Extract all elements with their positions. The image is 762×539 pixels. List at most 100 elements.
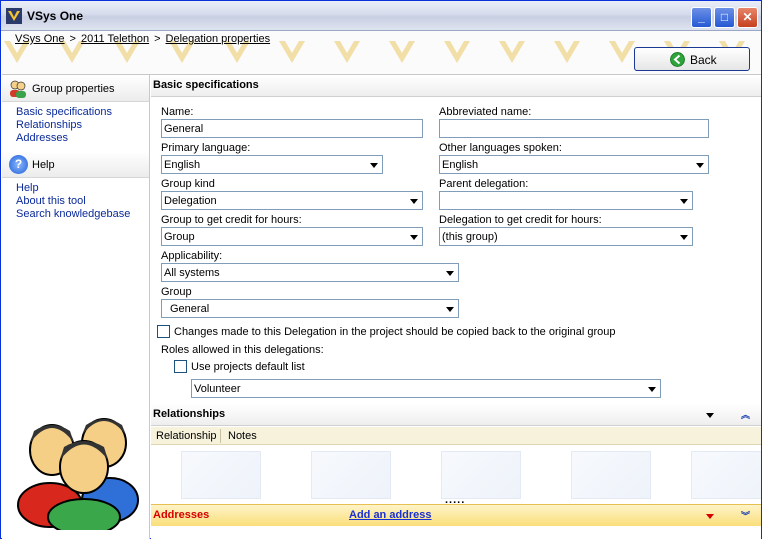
dropdown-arrow-icon[interactable]: [406, 193, 421, 208]
app-logo-icon: [6, 8, 22, 24]
breadcrumb-link-telethon[interactable]: 2011 Telethon: [81, 33, 149, 45]
roles-select[interactable]: Volunteer: [191, 379, 661, 398]
name-input[interactable]: General: [161, 119, 423, 138]
addresses-menu-icon[interactable]: [706, 514, 714, 519]
minimize-button[interactable]: _: [691, 7, 712, 28]
dropdown-arrow-icon[interactable]: [644, 381, 659, 396]
watermark-icon: [691, 451, 761, 499]
copy-back-checkbox[interactable]: [157, 325, 170, 338]
abbreviated-name-label: Abbreviated name:: [439, 106, 532, 118]
maximize-button[interactable]: □: [714, 7, 735, 28]
other-languages-value: English: [442, 159, 479, 171]
group-properties-icon: [10, 80, 26, 98]
relationships-column-headers: Relationship Notes: [151, 427, 761, 445]
abbreviated-name-input[interactable]: [439, 119, 709, 138]
back-arrow-icon: [670, 52, 685, 67]
group-properties-links: Basic specifications Relationships Addre…: [2, 102, 149, 151]
relationships-title: Relationships: [153, 408, 226, 420]
roles-allowed-label: Roles allowed in this delegations:: [161, 344, 324, 356]
watermark-icon: [441, 451, 521, 499]
other-languages-label: Other languages spoken:: [439, 142, 562, 154]
credit-delegation-value: (this group): [442, 231, 498, 243]
breadcrumb-link-delegation-properties[interactable]: Delegation properties: [166, 33, 271, 45]
column-separator: [220, 429, 221, 443]
primary-language-value: English: [164, 159, 201, 171]
nav-link-basic-specifications[interactable]: Basic specifications: [16, 106, 149, 119]
banner-chevron-icon: [389, 41, 415, 63]
applicability-label: Applicability:: [161, 250, 223, 262]
window-title: VSys One: [27, 9, 84, 23]
banner-chevron-icon: [279, 41, 305, 63]
breadcrumb-separator: >: [69, 33, 76, 45]
app-window: VSys One _ □ ✕ VSys One >2011 Telethon > De…: [0, 0, 762, 539]
group-kind-label: Group kind: [161, 178, 215, 190]
title-bar: VSys One _ □ ✕: [1, 1, 761, 31]
back-button-label: Back: [690, 53, 717, 67]
applicability-value: All systems: [164, 267, 220, 279]
dropdown-arrow-icon[interactable]: [366, 157, 381, 172]
help-link-about[interactable]: About this tool: [16, 195, 149, 208]
help-link-knowledgebase[interactable]: Search knowledgebase: [16, 208, 149, 221]
dropdown-arrow-icon[interactable]: [692, 157, 707, 172]
expand-chevron-icon[interactable]: ︾: [741, 509, 750, 522]
credit-delegation-label: Delegation to get credit for hours:: [439, 214, 602, 226]
column-header-relationship[interactable]: Relationship: [156, 430, 217, 442]
watermark-icon: [311, 451, 391, 499]
credit-group-value: Group: [164, 231, 195, 243]
credit-delegation-select[interactable]: (this group): [439, 227, 693, 246]
column-header-notes[interactable]: Notes: [228, 430, 257, 442]
help-icon: ?: [9, 155, 28, 174]
basic-specifications-header: Basic specifications: [151, 75, 761, 97]
copy-back-label: Changes made to this Delegation in the p…: [174, 326, 616, 338]
close-button[interactable]: ✕: [737, 7, 758, 28]
applicability-select[interactable]: All systems: [161, 263, 459, 282]
help-link-help[interactable]: Help: [16, 182, 149, 195]
banner-chevron-icon: [609, 41, 635, 63]
credit-group-label: Group to get credit for hours:: [161, 214, 302, 226]
help-links: Help About this tool Search knowledgebas…: [2, 178, 149, 227]
dropdown-arrow-icon[interactable]: [406, 229, 421, 244]
name-label: Name:: [161, 106, 194, 118]
primary-language-label: Primary language:: [161, 142, 251, 154]
dropdown-arrow-icon[interactable]: [676, 193, 691, 208]
group-label: Group: [161, 286, 192, 298]
addresses-title: Addresses: [153, 509, 210, 521]
group-value: General: [170, 303, 210, 315]
banner-chevron-icon: [499, 41, 525, 63]
banner-chevron-icon: [444, 41, 470, 63]
use-default-list-checkbox[interactable]: [174, 360, 187, 373]
group-kind-select[interactable]: Delegation: [161, 191, 423, 210]
breadcrumb-link-vsys-one[interactable]: VSys One: [15, 33, 65, 45]
basic-specifications-title: Basic specifications: [153, 79, 259, 91]
dropdown-arrow-icon[interactable]: [442, 301, 457, 316]
other-languages-select[interactable]: English: [439, 155, 709, 174]
relationships-menu-icon[interactable]: [706, 413, 714, 418]
nav-link-relationships[interactable]: Relationships: [16, 119, 149, 132]
add-address-link[interactable]: Add an address: [349, 509, 432, 521]
collapse-chevron-icon[interactable]: ︽: [741, 408, 750, 421]
group-properties-title: Group properties: [32, 83, 115, 95]
main-content: Basic specifications Name: General Abbre…: [151, 75, 761, 539]
help-title: Help: [32, 159, 55, 171]
parent-delegation-select[interactable]: [439, 191, 693, 210]
dropdown-arrow-icon[interactable]: [676, 229, 691, 244]
use-default-list-label: Use projects default list: [191, 361, 305, 373]
help-header: ? Help: [2, 151, 149, 178]
addresses-header[interactable]: Addresses Add an address ︾: [151, 504, 761, 526]
credit-group-select[interactable]: Group: [161, 227, 423, 246]
dropdown-arrow-icon[interactable]: [442, 265, 457, 280]
breadcrumb: VSys One >2011 Telethon > Delegation proper…: [15, 33, 270, 45]
parent-delegation-label: Parent delegation:: [439, 178, 529, 190]
group-people-illustration-icon: [17, 418, 139, 530]
breadcrumb-separator: >: [154, 33, 161, 45]
group-properties-header: Group properties: [2, 75, 149, 102]
relationships-header[interactable]: Relationships ︽: [151, 404, 761, 426]
back-button[interactable]: Back: [634, 47, 750, 71]
left-panel: Group properties Basic specifications Re…: [2, 75, 150, 539]
breadcrumb-banner: VSys One >2011 Telethon > Delegation proper…: [2, 31, 761, 75]
group-select[interactable]: General: [161, 299, 459, 318]
banner-chevron-icon: [334, 41, 360, 63]
roles-value: Volunteer: [194, 383, 241, 395]
primary-language-select[interactable]: English: [161, 155, 383, 174]
nav-link-addresses[interactable]: Addresses: [16, 132, 149, 145]
